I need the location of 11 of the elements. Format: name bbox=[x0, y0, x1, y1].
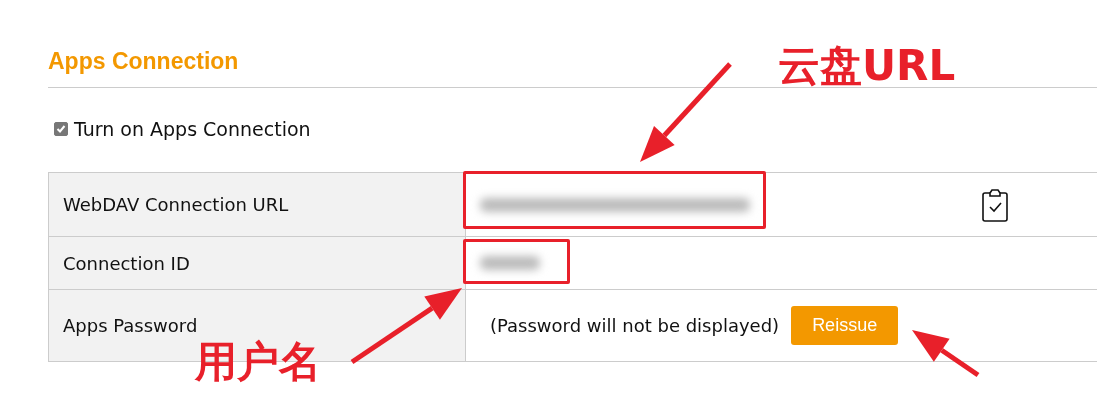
annotation-label: 用户名 bbox=[195, 336, 321, 388]
blurred-text bbox=[480, 256, 540, 270]
password-note: (Password will not be displayed) bbox=[490, 315, 780, 336]
checkbox-label: Turn on Apps Connection bbox=[74, 118, 311, 140]
checkbox[interactable] bbox=[54, 122, 68, 136]
arrow bbox=[912, 330, 980, 378]
row-header: Connection ID bbox=[49, 237, 466, 290]
row-header: WebDAV Connection URL bbox=[49, 173, 466, 237]
annotation-label: 云盘URL bbox=[778, 40, 956, 92]
reissue-button[interactable]: Reissue bbox=[791, 306, 899, 345]
clipboard-check-icon[interactable] bbox=[981, 186, 1009, 223]
